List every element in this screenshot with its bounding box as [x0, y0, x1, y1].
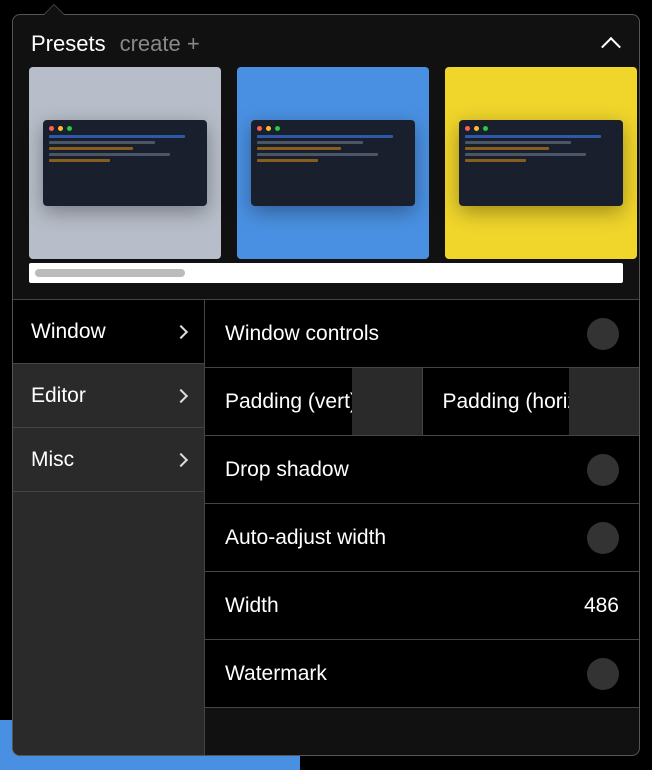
drop-shadow-row: Drop shadow: [205, 436, 639, 504]
preset-thumb[interactable]: [29, 67, 221, 259]
presets-scrollbar[interactable]: [29, 263, 623, 283]
auto-adjust-toggle[interactable]: [587, 522, 619, 554]
width-row: Width 486: [205, 572, 639, 640]
window-controls-toggle[interactable]: [587, 318, 619, 350]
scrollbar-thumb[interactable]: [35, 269, 185, 277]
sidebar-item-label: Editor: [31, 384, 86, 408]
sidebar-item-misc[interactable]: Misc: [13, 428, 204, 492]
row-label: Width: [225, 594, 584, 618]
drop-shadow-toggle[interactable]: [587, 454, 619, 486]
sidebar-item-window[interactable]: Window: [13, 300, 204, 364]
collapse-presets-button[interactable]: [601, 34, 621, 54]
auto-adjust-row: Auto-adjust width: [205, 504, 639, 572]
preset-thumb[interactable]: [445, 67, 637, 259]
settings-body: Window Editor Misc Window controls Paddi…: [13, 299, 639, 755]
padding-horiz-cell[interactable]: Padding (horiz): [422, 368, 640, 435]
row-label: Padding (vert): [225, 390, 357, 414]
presets-header: Presets create +: [13, 15, 639, 67]
sidebar-item-label: Misc: [31, 448, 74, 472]
chevron-up-icon: [601, 37, 621, 57]
padding-horiz-input[interactable]: [569, 368, 639, 435]
presets-title: Presets: [31, 31, 106, 57]
width-value[interactable]: 486: [584, 594, 619, 618]
preset-thumb[interactable]: [237, 67, 429, 259]
settings-content: Window controls Padding (vert) Padding (…: [205, 300, 639, 755]
row-label: Padding (horiz): [443, 390, 585, 414]
code-preview: [251, 120, 414, 206]
chevron-right-icon: [174, 452, 188, 466]
row-label: Auto-adjust width: [225, 526, 587, 550]
window-controls-row: Window controls: [205, 300, 639, 368]
code-preview: [43, 120, 206, 206]
sidebar-item-editor[interactable]: Editor: [13, 364, 204, 428]
presets-list: [13, 67, 639, 259]
popover-arrow: [44, 5, 64, 15]
row-label: Drop shadow: [225, 458, 587, 482]
row-label: Watermark: [225, 662, 587, 686]
watermark-row: Watermark: [205, 640, 639, 708]
settings-sidebar: Window Editor Misc: [13, 300, 205, 755]
sidebar-item-label: Window: [31, 320, 106, 344]
row-label: Window controls: [225, 322, 587, 346]
create-preset-button[interactable]: create +: [120, 31, 200, 57]
settings-popover: Presets create +: [12, 14, 640, 756]
watermark-toggle[interactable]: [587, 658, 619, 690]
chevron-right-icon: [174, 388, 188, 402]
padding-vert-input[interactable]: [352, 368, 422, 435]
code-preview: [459, 120, 622, 206]
padding-row: Padding (vert) Padding (horiz): [205, 368, 639, 436]
chevron-right-icon: [174, 324, 188, 338]
padding-vert-cell[interactable]: Padding (vert): [205, 368, 422, 435]
